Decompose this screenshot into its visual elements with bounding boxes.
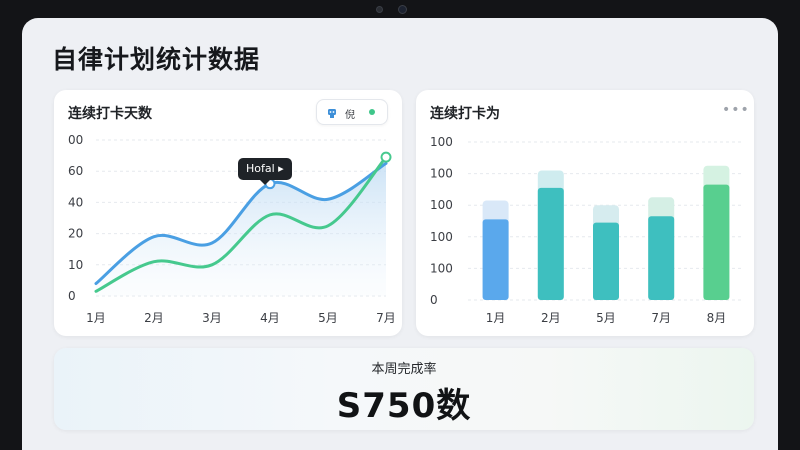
streak-bar-card: 连续打卡为 ••• 100 100 100 100 100 0 1月 2月 5月 7月 8月 (416, 90, 754, 336)
y-tick-label: 0 (430, 293, 438, 307)
y-tick-label: 20 (68, 227, 83, 241)
x-tick-label: 3月 (202, 311, 222, 325)
x-tick-label: 2月 (144, 311, 164, 325)
bar (537, 187, 564, 300)
chart-tooltip: Hofal ▸ (238, 158, 292, 185)
streak-line-chart: 00 60 40 20 10 0 1月 2月 3月 4月 5月 7月 (68, 133, 396, 325)
bar (703, 184, 730, 300)
y-tick-label: 10 (68, 258, 83, 272)
x-tick-label: 7月 (376, 311, 396, 325)
x-tick-label: 7月 (651, 311, 671, 325)
x-tick-label: 5月 (596, 311, 616, 325)
x-tick-label: 5月 (318, 311, 338, 325)
y-tick-label: 100 (430, 135, 453, 149)
y-tick-label: 100 (430, 230, 453, 244)
app-screen: 自律计划统计数据 连续打卡天数 倪 00 60 40 20 10 0 1月 2月 3月 4月 5月 7… (22, 18, 778, 450)
x-tick-label: 1月 (86, 311, 106, 325)
x-tick-label: 8月 (707, 311, 727, 325)
y-tick-label: 00 (68, 133, 83, 147)
y-tick-label: 100 (430, 261, 453, 275)
bar (593, 222, 619, 300)
y-tick-label: 40 (68, 195, 83, 209)
x-tick-label: 2月 (541, 311, 561, 325)
y-tick-label: 60 (68, 164, 83, 178)
weekly-rate-label: 本周完成率 (371, 362, 437, 377)
streak-days-card: 连续打卡天数 倪 00 60 40 20 10 0 1月 2月 3月 4月 5月 7月 Hofal ▸ (54, 90, 402, 336)
streak-bar-chart: 100 100 100 100 100 0 1月 2月 5月 7月 8月 (430, 135, 744, 325)
camera-icon (398, 5, 407, 14)
data-point-marker (380, 151, 392, 163)
bar (648, 216, 675, 300)
x-tick-label: 1月 (486, 311, 506, 325)
bar (482, 219, 509, 300)
y-tick-label: 100 (430, 167, 453, 181)
y-tick-label: 100 (430, 198, 453, 212)
sensor-dot (376, 6, 383, 13)
weekly-rate-value: S750数 (336, 386, 472, 426)
weekly-rate-card: 本周完成率 S750数 (54, 348, 754, 430)
y-tick-label: 0 (68, 289, 76, 303)
x-tick-label: 4月 (260, 311, 280, 325)
series-area (96, 163, 386, 296)
page-title: 自律计划统计数据 (52, 45, 261, 74)
